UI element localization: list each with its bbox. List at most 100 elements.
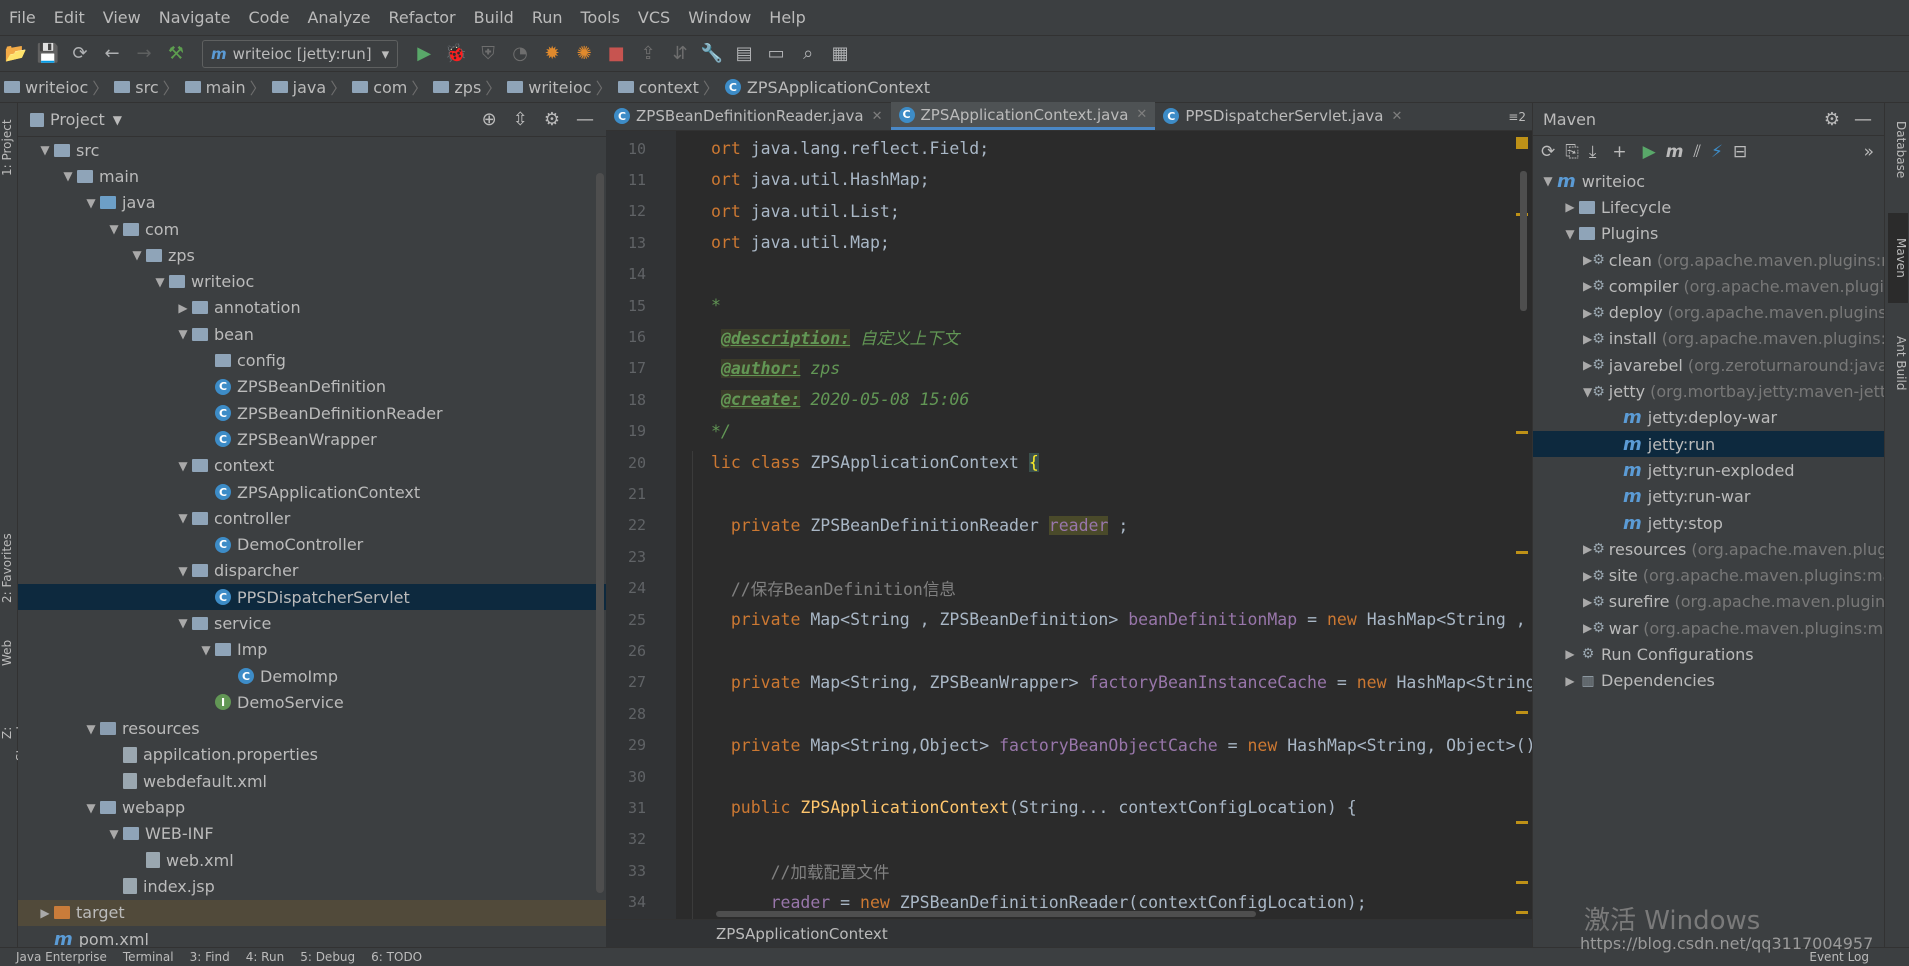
build-hammer-icon[interactable]: ⚒ xyxy=(162,40,190,68)
maven-tree-row[interactable]: ▼ Plugins xyxy=(1533,221,1884,247)
tree-row[interactable]: ▼ disparcher xyxy=(18,558,606,584)
tree-row[interactable]: ▼ Imp xyxy=(18,637,606,663)
jrebel-debug-icon[interactable]: ✺ xyxy=(570,40,598,68)
maven-tree-row[interactable]: ▼ m writeioc xyxy=(1533,168,1884,194)
maven-tree-row[interactable]: ▶ ⚙ site (org.apache.maven.plugins:mav xyxy=(1533,562,1902,588)
tree-row[interactable]: ▶ annotation xyxy=(18,295,606,321)
tree-row[interactable]: ▼ com xyxy=(18,216,606,242)
breadcrumb-item[interactable]: writeioc xyxy=(507,78,592,97)
collapsed-arrow-icon[interactable]: ▶ xyxy=(1583,542,1592,556)
gear-icon[interactable]: ⚙ xyxy=(544,109,560,130)
maven-tree-row[interactable]: m jetty:run-exploded xyxy=(1533,457,1884,483)
chevron-down-icon[interactable]: ▼ xyxy=(113,113,122,127)
collapsed-arrow-icon[interactable]: ▶ xyxy=(1583,358,1592,372)
maven-tree-row[interactable]: m jetty:run xyxy=(1533,430,1884,458)
tree-row[interactable]: ▼ WEB-INF xyxy=(18,821,606,847)
maven-tree-row[interactable]: m jetty:deploy-war xyxy=(1533,405,1884,431)
tree-row[interactable]: C ZPSBeanDefinition xyxy=(18,374,606,400)
collapsed-arrow-icon[interactable]: ▶ xyxy=(1561,674,1579,688)
tree-row[interactable]: appilcation.properties xyxy=(18,742,606,768)
code-editor[interactable]: 10 ort java.lang.reflect.Field; 11 ort java… xyxy=(606,131,1532,919)
tree-row[interactable]: C ZPSBeanDefinitionReader xyxy=(18,400,606,426)
menu-file[interactable]: File xyxy=(0,8,45,27)
generate-sources-icon[interactable]: ⎘ xyxy=(1565,142,1579,162)
tree-row[interactable]: ▼ service xyxy=(18,610,606,636)
download-icon[interactable]: ⤓ xyxy=(1589,142,1597,162)
expanded-arrow-icon[interactable]: ▼ xyxy=(174,511,192,525)
minimize-icon[interactable]: — xyxy=(576,109,594,130)
breadcrumb-item[interactable]: C ZPSApplicationContext xyxy=(724,78,930,97)
error-stripe-mark[interactable] xyxy=(1516,911,1528,914)
close-icon[interactable]: ✕ xyxy=(1136,107,1147,122)
tree-row[interactable]: ▼ controller xyxy=(18,505,606,531)
error-stripe-mark[interactable] xyxy=(1516,711,1528,714)
tool-window-button[interactable]: 5: Debug xyxy=(300,950,355,964)
tree-row[interactable]: web.xml xyxy=(18,847,606,873)
breadcrumb-item[interactable]: writeioc xyxy=(4,78,88,97)
maven-tree-row[interactable]: m jetty:stop xyxy=(1533,510,1884,536)
tree-row[interactable]: C DemoController xyxy=(18,531,606,557)
forward-icon[interactable]: → xyxy=(130,40,158,68)
breadcrumb-item[interactable]: src xyxy=(114,78,159,97)
tree-row[interactable]: ▼ src xyxy=(18,137,606,163)
tree-row[interactable]: ▶ target xyxy=(18,899,606,926)
stop-icon[interactable]: ■ xyxy=(602,40,630,68)
menu-build[interactable]: Build xyxy=(465,8,523,27)
tree-row[interactable]: ▼ java xyxy=(18,190,606,216)
editor-tab[interactable]: C ZPSBeanDefinitionReader.java ✕ xyxy=(606,102,891,130)
collapsed-arrow-icon[interactable]: ▶ xyxy=(1561,647,1579,661)
left-tool-tab[interactable]: Web xyxy=(0,623,18,683)
deploy-icon[interactable]: ⇵ xyxy=(666,40,694,68)
add-icon[interactable]: + xyxy=(1612,142,1626,162)
maven-tree-row[interactable]: ▶ ⚙ war (org.apache.maven.plugins:mav xyxy=(1533,615,1902,641)
maven-tree-row[interactable]: ▶ ⚙ clean (org.apache.maven.plugins:m xyxy=(1533,247,1897,273)
tab-overflow[interactable]: ≡2 xyxy=(1508,110,1526,124)
expanded-arrow-icon[interactable]: ▼ xyxy=(82,801,100,815)
breadcrumb-item[interactable]: com xyxy=(352,78,407,97)
profile-icon[interactable]: ◔ xyxy=(506,40,534,68)
more-icon[interactable]: » xyxy=(1864,142,1874,162)
locate-icon[interactable]: ⊕ xyxy=(482,109,497,130)
collapsed-arrow-icon[interactable]: ▶ xyxy=(1583,253,1592,267)
expanded-arrow-icon[interactable]: ▼ xyxy=(1561,227,1579,241)
tree-row[interactable]: ▼ resources xyxy=(18,716,606,742)
sync-icon[interactable]: ⟳ xyxy=(66,40,94,68)
menu-vcs[interactable]: VCS xyxy=(629,8,679,27)
tree-row[interactable]: C ZPSBeanWrapper xyxy=(18,426,606,452)
expanded-arrow-icon[interactable]: ▼ xyxy=(174,327,192,341)
expanded-arrow-icon[interactable]: ▼ xyxy=(1583,385,1592,399)
tree-row[interactable]: ▼ context xyxy=(18,453,606,479)
expanded-arrow-icon[interactable]: ▼ xyxy=(82,722,100,736)
collapsed-arrow-icon[interactable]: ▶ xyxy=(36,906,54,920)
collapsed-arrow-icon[interactable]: ▶ xyxy=(1583,621,1592,635)
menu-navigate[interactable]: Navigate xyxy=(150,8,240,27)
run-icon[interactable]: ▶ xyxy=(1643,142,1656,162)
error-stripe-mark[interactable] xyxy=(1516,821,1528,824)
maven-tree-row[interactable]: ▶ ⚙ resources (org.apache.maven.plugi xyxy=(1533,536,1892,562)
expanded-arrow-icon[interactable]: ▼ xyxy=(105,222,123,236)
coverage-icon[interactable]: ⛨ xyxy=(474,40,502,68)
collapsed-arrow-icon[interactable]: ▶ xyxy=(1583,306,1592,320)
maven-tree-row[interactable]: ▶ ⚙ install (org.apache.maven.plugins:m xyxy=(1533,326,1902,352)
breadcrumb-item[interactable]: zps xyxy=(433,78,481,97)
right-tool-tab[interactable]: Maven xyxy=(1888,213,1908,303)
left-tool-tab[interactable]: Z: Structure xyxy=(0,703,28,763)
debug-icon[interactable]: 🐞 xyxy=(442,40,470,68)
tree-row[interactable]: index.jsp xyxy=(18,873,606,899)
tree-row[interactable]: ▼ bean xyxy=(18,321,606,347)
breadcrumb-item[interactable]: java xyxy=(271,78,326,97)
tree-row[interactable]: ▼ zps xyxy=(18,242,606,268)
breadcrumb-item[interactable]: context xyxy=(617,78,699,97)
menu-tools[interactable]: Tools xyxy=(572,8,629,27)
right-tool-tab[interactable]: Database xyxy=(1888,105,1908,195)
expanded-arrow-icon[interactable]: ▼ xyxy=(36,143,54,157)
tree-row[interactable]: ▼ webapp xyxy=(18,794,606,820)
tree-row[interactable]: I DemoService xyxy=(18,689,606,715)
tree-row[interactable]: webdefault.xml xyxy=(18,768,606,794)
menu-code[interactable]: Code xyxy=(240,8,299,27)
tool-window-button[interactable]: 3: Find xyxy=(190,950,230,964)
menu-refactor[interactable]: Refactor xyxy=(380,8,465,27)
tool-window-button[interactable]: 6: TODO xyxy=(371,950,422,964)
presentation-icon[interactable]: ▦ xyxy=(826,40,854,68)
maven-tree-row[interactable]: ▼ ⚙ jetty (org.mortbay.jetty:maven-jetty xyxy=(1533,378,1896,404)
